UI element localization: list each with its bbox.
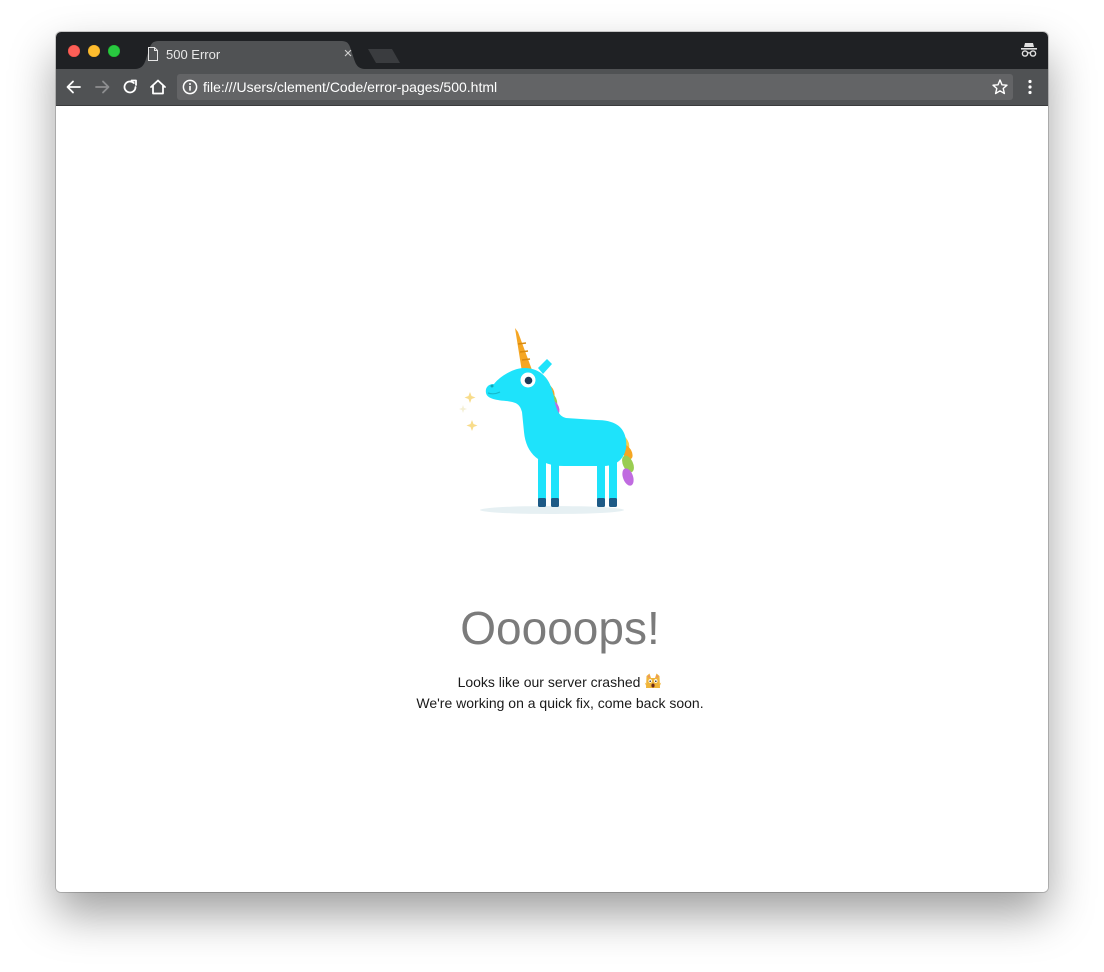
tab-title: 500 Error bbox=[166, 47, 221, 62]
minimize-window-button[interactable] bbox=[88, 45, 100, 57]
close-window-button[interactable] bbox=[68, 45, 80, 57]
info-icon[interactable] bbox=[182, 79, 198, 95]
reload-icon[interactable] bbox=[120, 77, 140, 97]
title-bar: 500 Error × bbox=[56, 32, 1048, 69]
error-headline: Ooooops! bbox=[460, 602, 660, 654]
incognito-icon bbox=[1021, 43, 1037, 57]
page-content: Ooooops! Looks like our server crashed W… bbox=[56, 106, 1048, 892]
arrow-right-icon[interactable] bbox=[92, 77, 112, 97]
tab-active[interactable]: 500 Error × bbox=[134, 41, 366, 69]
error-message-line-2: We're working on a quick fix, come back … bbox=[416, 695, 704, 711]
arrow-left-icon[interactable] bbox=[64, 77, 84, 97]
browser-toolbar: file:///Users/clement/Code/error-pages/5… bbox=[56, 69, 1048, 106]
kebab-menu-icon[interactable] bbox=[1022, 77, 1038, 97]
tab-close-button[interactable]: × bbox=[341, 46, 355, 61]
url-text[interactable]: file:///Users/clement/Code/error-pages/5… bbox=[203, 79, 497, 95]
home-icon[interactable] bbox=[148, 77, 168, 97]
error-message-line-1: Looks like our server crashed bbox=[56, 672, 1048, 692]
address-bar[interactable]: file:///Users/clement/Code/error-pages/5… bbox=[177, 74, 1013, 100]
new-tab-button[interactable] bbox=[368, 49, 400, 63]
maximize-window-button[interactable] bbox=[108, 45, 120, 57]
error-message-text: Looks like our server crashed bbox=[457, 674, 641, 690]
scream-cat-emoji bbox=[645, 673, 662, 688]
browser-window: 500 Error × file:///Users/clement/Code/e… bbox=[56, 32, 1048, 892]
star-icon[interactable] bbox=[991, 78, 1009, 96]
document-icon bbox=[148, 47, 158, 61]
unicorn-illustration bbox=[459, 328, 634, 514]
